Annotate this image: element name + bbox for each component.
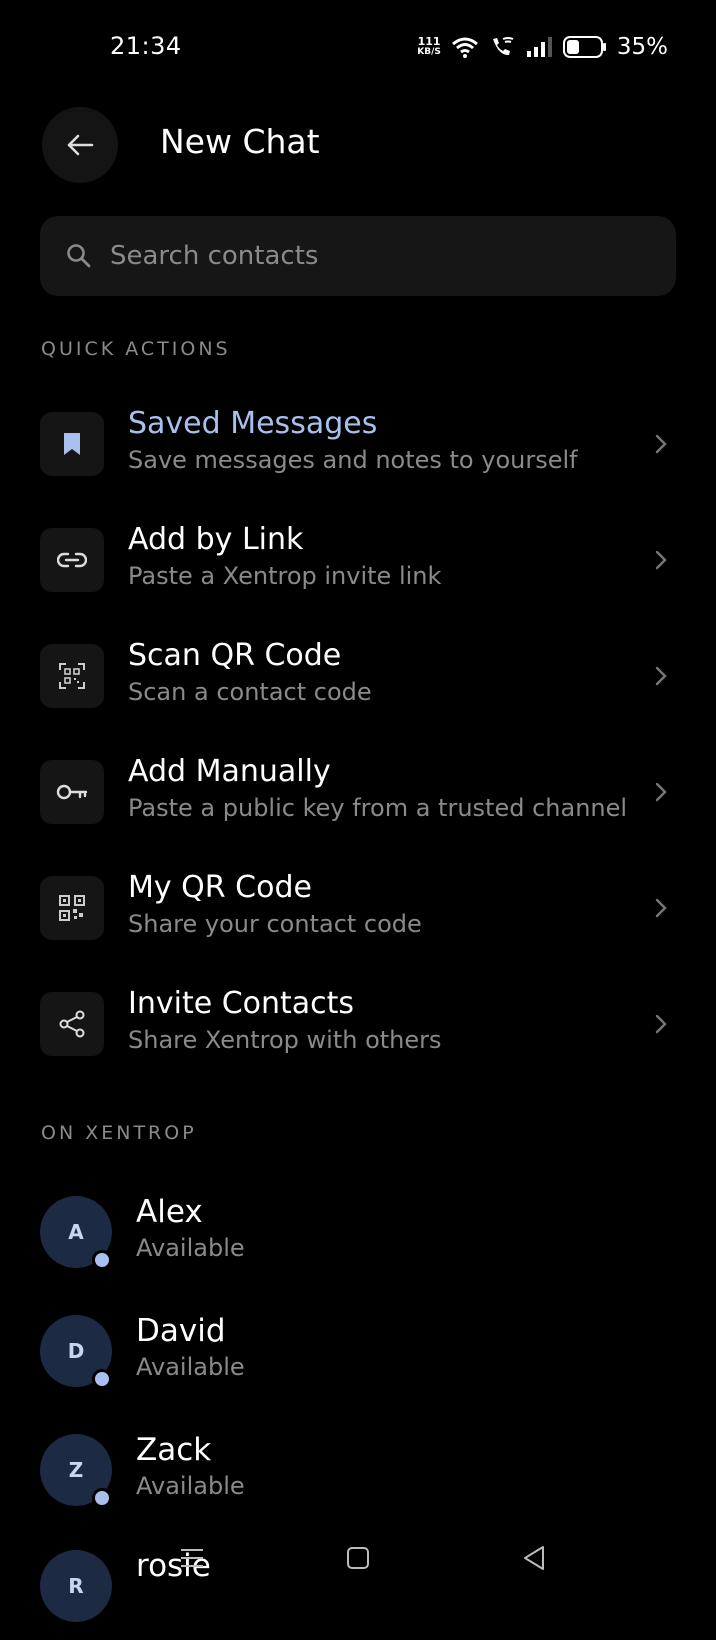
contact-row-zack[interactable]: Z Zack Available — [0, 1414, 716, 1524]
contact-status: Available — [136, 1234, 245, 1262]
search-icon — [66, 241, 96, 271]
action-saved-messages[interactable]: Saved Messages Save messages and notes t… — [0, 396, 716, 496]
wifi-icon — [451, 37, 478, 58]
online-indicator — [92, 1250, 112, 1270]
battery-icon — [562, 36, 606, 58]
back-nav-button[interactable] — [516, 1540, 552, 1576]
link-icon — [40, 528, 104, 592]
chevron-right-icon — [655, 434, 667, 454]
action-subtitle: Scan a contact code — [128, 678, 372, 706]
contact-row-david[interactable]: D David Available — [0, 1295, 716, 1405]
status-time: 21:34 — [110, 32, 182, 60]
action-add-manually[interactable]: Add Manually Paste a public key from a t… — [0, 744, 716, 844]
action-subtitle: Save messages and notes to yourself — [128, 446, 578, 474]
contact-status: Available — [136, 1353, 245, 1381]
search-placeholder: Search contacts — [110, 241, 319, 271]
recent-apps-button[interactable] — [174, 1540, 210, 1576]
chevron-right-icon — [655, 1014, 667, 1034]
action-title: Saved Messages — [128, 406, 378, 441]
action-title: Add by Link — [128, 522, 304, 557]
action-subtitle: Paste a public key from a trusted channe… — [128, 794, 628, 822]
menu-icon — [181, 1549, 203, 1567]
back-button[interactable] — [42, 107, 118, 183]
contact-status: Available — [136, 1472, 245, 1500]
network-speed-unit: KB/S — [417, 47, 441, 57]
system-nav-bar — [0, 1520, 716, 1590]
scan-qr-icon — [40, 644, 104, 708]
action-title: Scan QR Code — [128, 638, 342, 673]
online-indicator — [92, 1488, 112, 1508]
online-indicator — [92, 1369, 112, 1389]
bookmark-icon — [40, 412, 104, 476]
network-speed: 111 KB/S — [417, 36, 441, 58]
action-add-by-link[interactable]: Add by Link Paste a Xentrop invite link — [0, 512, 716, 612]
action-subtitle: Paste a Xentrop invite link — [128, 562, 442, 590]
action-scan-qr-code[interactable]: Scan QR Code Scan a contact code — [0, 628, 716, 728]
chevron-right-icon — [655, 550, 667, 570]
arrow-left-icon — [67, 134, 94, 156]
contact-name: David — [136, 1313, 226, 1349]
battery-percent: 35% — [616, 34, 668, 60]
square-icon — [347, 1547, 369, 1569]
section-label-on-xentrop: ON XENTROP — [41, 1122, 197, 1144]
chevron-right-icon — [655, 666, 667, 686]
action-title: Invite Contacts — [128, 986, 355, 1021]
action-subtitle: Share Xentrop with others — [128, 1026, 442, 1054]
action-invite-contacts[interactable]: Invite Contacts Share Xentrop with other… — [0, 976, 716, 1076]
chevron-right-icon — [655, 782, 667, 802]
action-title: Add Manually — [128, 754, 331, 789]
home-button[interactable] — [340, 1540, 376, 1576]
action-my-qr-code[interactable]: My QR Code Share your contact code — [0, 860, 716, 960]
key-icon — [40, 760, 104, 824]
wifi-call-icon — [492, 37, 514, 56]
contact-name: Zack — [136, 1432, 212, 1468]
share-icon — [40, 992, 104, 1056]
contact-row-alex[interactable]: A Alex Available — [0, 1176, 716, 1286]
status-bar: 21:34 111 KB/S 35% — [0, 0, 716, 90]
section-label-quick-actions: QUICK ACTIONS — [41, 338, 231, 360]
signal-icon — [526, 37, 552, 57]
action-subtitle: Share your contact code — [128, 910, 422, 938]
triangle-back-icon — [524, 1546, 544, 1570]
action-title: My QR Code — [128, 870, 312, 905]
status-icons: 111 KB/S 35% — [417, 32, 668, 62]
page-title: New Chat — [160, 122, 320, 161]
contact-name: Alex — [136, 1194, 203, 1230]
qr-code-icon — [40, 876, 104, 940]
search-input[interactable]: Search contacts — [40, 216, 676, 296]
network-speed-value: 111 — [417, 35, 441, 48]
chevron-right-icon — [655, 898, 667, 918]
